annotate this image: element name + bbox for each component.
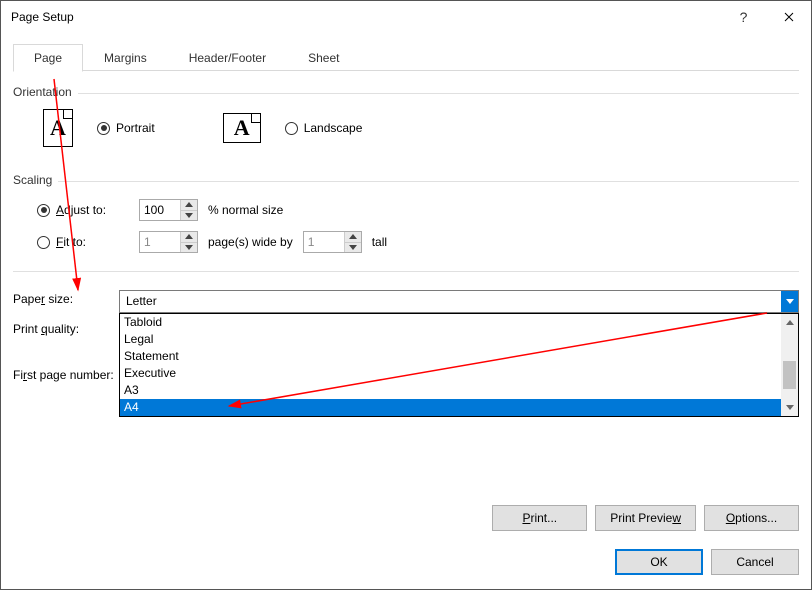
radio-icon [97,122,110,135]
adjust-suffix: % normal size [208,203,283,217]
ok-button[interactable]: OK [615,549,703,575]
dialog-title: Page Setup [11,10,721,24]
fit-tall-input[interactable] [304,232,344,252]
first-page-label: First page number: [13,368,114,382]
tab-sheet[interactable]: Sheet [287,44,360,72]
spin-down-icon[interactable] [345,243,361,253]
portrait-icon: A [43,109,73,147]
titlebar: Page Setup ? [1,1,811,33]
landscape-icon: A [223,113,261,143]
options-button[interactable]: Options... [704,505,799,531]
fit-wide-spinner[interactable] [139,231,198,253]
tab-header-footer[interactable]: Header/Footer [168,44,287,72]
adjust-to-radio[interactable]: Adjust to: [37,203,129,217]
landscape-radio[interactable]: Landscape [285,121,363,135]
spin-up-icon[interactable] [181,232,197,243]
adjust-to-label: Adjust to: [56,203,106,217]
radio-icon [37,204,50,217]
dropdown-option[interactable]: A3 [120,382,781,399]
radio-icon [37,236,50,249]
spin-down-icon[interactable] [181,211,197,221]
fit-to-radio[interactable]: Fit to: [37,235,129,249]
scroll-track[interactable] [781,331,798,399]
fit-tall-spinner[interactable] [303,231,362,253]
paper-size-label: Paper size: [13,292,73,306]
dropdown-option[interactable]: Executive [120,365,781,382]
chevron-down-icon[interactable] [781,291,798,312]
paper-size-value: Letter [120,291,781,312]
fit-wide-input[interactable] [140,232,180,252]
close-button[interactable] [766,2,811,32]
adjust-percent-spinner[interactable] [139,199,198,221]
divider [13,271,799,272]
portrait-radio[interactable]: Portrait [97,121,155,135]
scroll-up-icon[interactable] [781,314,798,331]
scrollbar[interactable] [781,314,798,416]
tab-strip: Page Margins Header/Footer Sheet [13,43,799,71]
print-button[interactable]: Print... [492,505,587,531]
dropdown-option[interactable]: Statement [120,348,781,365]
fit-suffix: tall [372,235,387,249]
print-quality-label: Print quality: [13,322,79,336]
dialog-content: Page Margins Header/Footer Sheet Orienta… [13,43,799,579]
tab-page[interactable]: Page [13,44,83,72]
scroll-down-icon[interactable] [781,399,798,416]
landscape-radio-label: Landscape [304,121,363,135]
print-preview-button[interactable]: Print Preview [595,505,696,531]
portrait-radio-label: Portrait [116,121,155,135]
fit-mid-label: page(s) wide by [208,235,293,249]
divider [78,93,799,94]
dropdown-option[interactable]: Legal [120,331,781,348]
scroll-thumb[interactable] [783,361,796,389]
radio-icon [285,122,298,135]
cancel-button[interactable]: Cancel [711,549,799,575]
fit-to-label: Fit to: [56,235,86,249]
orientation-group: Orientation [13,85,799,99]
dropdown-option[interactable]: Tabloid [120,314,781,331]
adjust-percent-input[interactable] [140,200,180,220]
paper-size-dropdown[interactable]: Tabloid Legal Statement Executive A3 A4 [119,313,799,417]
dropdown-option-selected[interactable]: A4 [120,399,781,416]
spin-down-icon[interactable] [181,243,197,253]
paper-size-combo[interactable]: Letter [119,290,799,313]
divider [58,181,799,182]
scaling-label: Scaling [13,173,52,187]
orientation-label: Orientation [13,85,72,99]
spin-up-icon[interactable] [181,200,197,211]
help-button[interactable]: ? [721,2,766,32]
spin-up-icon[interactable] [345,232,361,243]
tab-margins[interactable]: Margins [83,44,168,72]
scaling-group: Scaling [13,173,799,187]
